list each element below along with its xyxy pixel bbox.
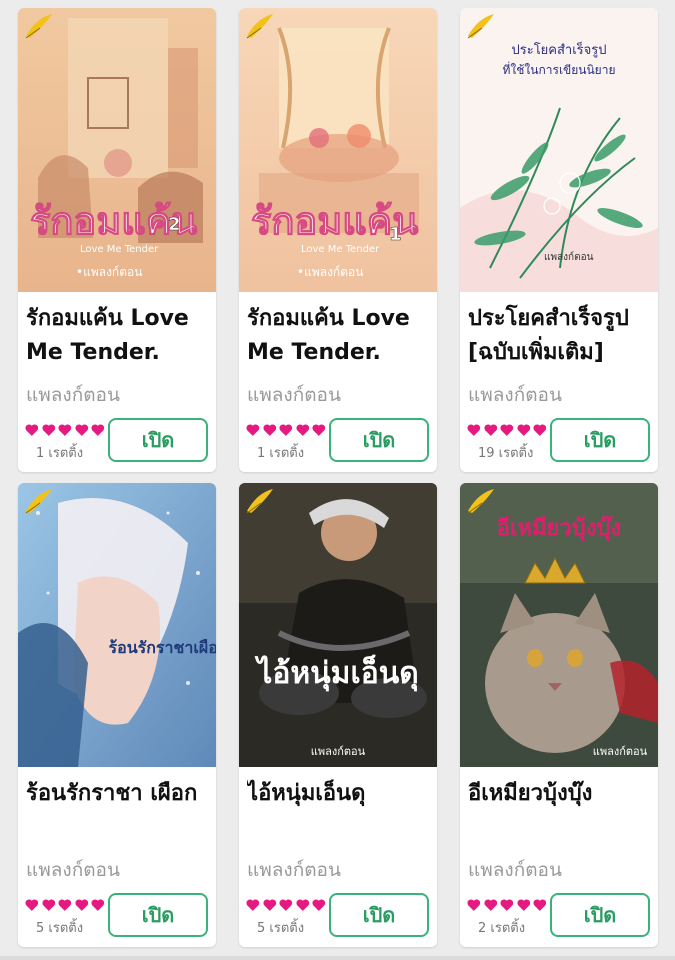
rating-hearts <box>245 422 327 440</box>
book-title[interactable]: ประโยคสำเร็จรูป [ฉบับเพิ่มเติม] <box>468 302 652 370</box>
book-author[interactable]: แพลงก์ตอน <box>26 380 120 410</box>
heart-icon <box>500 899 514 911</box>
book-card[interactable]: ไอ้หนุ่มเอ็นดุ แพลงก์ตอน ไอ้หนุ่มเอ็นดุ … <box>239 483 437 947</box>
heart-icon <box>75 899 88 911</box>
heart-icon <box>58 899 72 911</box>
book-cover[interactable]: อีเหมียวบุ้งบุ๊ง แพลงก์ตอน <box>460 483 658 767</box>
cover-title: ร้อนรักราชาเผือก <box>109 638 216 657</box>
open-button[interactable]: เปิด <box>550 418 650 462</box>
heart-icon <box>58 424 72 436</box>
rating-count: 5 เรตติ้ง <box>36 921 84 936</box>
heart-icon <box>91 899 105 911</box>
next-row-edge <box>0 956 675 960</box>
cover-title: ไอ้หนุ่มเอ็นดุ <box>254 654 418 692</box>
book-cover[interactable]: รักอมแค้น 1 Love Me Tender •แพลงก์ตอน <box>239 8 437 292</box>
heart-icon <box>279 899 293 911</box>
book-card[interactable]: อีเหมียวบุ้งบุ๊ง แพลงก์ตอน อีเหมียวบุ้งบ… <box>460 483 658 947</box>
cover-volume: 1 <box>389 224 402 245</box>
heart-icon <box>263 424 276 436</box>
heart-icon <box>296 899 309 911</box>
rating-hearts <box>466 897 548 915</box>
heart-icon <box>500 424 514 436</box>
heart-icon <box>246 424 260 436</box>
cover-author: แพลงก์ตอน <box>593 745 648 758</box>
cover-author: •แพลงก์ตอน <box>76 265 142 279</box>
open-button[interactable]: เปิด <box>108 893 208 937</box>
heart-icon <box>75 424 88 436</box>
rating-hearts <box>24 897 106 915</box>
cover-author: แพลงก์ตอน <box>544 251 594 263</box>
open-button[interactable]: เปิด <box>550 893 650 937</box>
rating-count: 5 เรตติ้ง <box>257 921 305 936</box>
cover-subtitle: Love Me Tender <box>80 244 159 255</box>
open-button[interactable]: เปิด <box>108 418 208 462</box>
heart-icon <box>246 899 260 911</box>
book-card[interactable]: รักอมแค้น 1 Love Me Tender •แพลงก์ตอน รั… <box>239 8 437 472</box>
heart-icon <box>517 899 530 911</box>
heart-icon <box>25 899 39 911</box>
book-title[interactable]: รักอมแค้น Love Me Tender. [เ... <box>26 302 210 372</box>
book-title[interactable]: ร้อนรักราชา เผือก <box>26 777 210 811</box>
rating-hearts <box>245 897 327 915</box>
book-title[interactable]: ไอ้หนุ่มเอ็นดุ <box>247 777 431 811</box>
heart-icon <box>467 899 481 911</box>
heart-icon <box>25 424 39 436</box>
heart-icon <box>296 424 309 436</box>
rating-hearts <box>24 422 106 440</box>
cover-title: ประโยคสำเร็จรูป <box>511 40 606 58</box>
book-author[interactable]: แพลงก์ตอน <box>247 380 341 410</box>
book-cover[interactable]: รักอมแค้น 2 Love Me Tender •แพลงก์ตอน <box>18 8 216 292</box>
heart-icon <box>533 424 547 436</box>
rating-count: 1 เรตติ้ง <box>257 446 305 461</box>
heart-icon <box>484 424 497 436</box>
book-title[interactable]: อีเหมียวบุ้งบุ๊ง <box>468 777 652 811</box>
book-card[interactable]: ประโยคสำเร็จรูป ที่ใช้ในการเขียนนิยาย แพ… <box>460 8 658 472</box>
book-author[interactable]: แพลงก์ตอน <box>247 855 341 885</box>
book-cover[interactable]: ประโยคสำเร็จรูป ที่ใช้ในการเขียนนิยาย แพ… <box>460 8 658 292</box>
heart-icon <box>312 899 326 911</box>
book-card[interactable]: ร้อนรักราชาเผือก ร้อนรักราชา เผือก แพลงก… <box>18 483 216 947</box>
cover-volume: 2 <box>168 214 181 235</box>
heart-icon <box>263 899 276 911</box>
cover-author: •แพลงก์ตอน <box>297 265 363 279</box>
cover-title: อีเหมียวบุ้งบุ๊ง <box>497 515 621 542</box>
book-author[interactable]: แพลงก์ตอน <box>468 380 562 410</box>
book-card[interactable]: รักอมแค้น 2 Love Me Tender •แพลงก์ตอน รั… <box>18 8 216 472</box>
heart-icon <box>279 424 293 436</box>
book-cover[interactable]: ร้อนรักราชาเผือก <box>18 483 216 767</box>
heart-icon <box>467 424 481 436</box>
rating-count: 19 เรตติ้ง <box>478 446 534 461</box>
heart-icon <box>533 899 547 911</box>
open-button[interactable]: เปิด <box>329 893 429 937</box>
book-cover[interactable]: ไอ้หนุ่มเอ็นดุ แพลงก์ตอน <box>239 483 437 767</box>
cover-subtitle: ที่ใช้ในการเขียนนิยาย <box>503 61 616 77</box>
rating-hearts <box>466 422 548 440</box>
cover-subtitle: Love Me Tender <box>301 244 380 255</box>
book-author[interactable]: แพลงก์ตอน <box>26 855 120 885</box>
heart-icon <box>312 424 326 436</box>
open-button[interactable]: เปิด <box>329 418 429 462</box>
heart-icon <box>517 424 530 436</box>
book-author[interactable]: แพลงก์ตอน <box>468 855 562 885</box>
heart-icon <box>484 899 497 911</box>
rating-count: 2 เรตติ้ง <box>478 921 526 936</box>
cover-author: แพลงก์ตอน <box>311 745 366 758</box>
heart-icon <box>42 424 55 436</box>
heart-icon <box>91 424 105 436</box>
heart-icon <box>42 899 55 911</box>
book-grid: รักอมแค้น 2 Love Me Tender •แพลงก์ตอน รั… <box>0 0 675 960</box>
rating-count: 1 เรตติ้ง <box>36 446 84 461</box>
book-title[interactable]: รักอมแค้น Love Me Tender. [เ... <box>247 302 431 372</box>
